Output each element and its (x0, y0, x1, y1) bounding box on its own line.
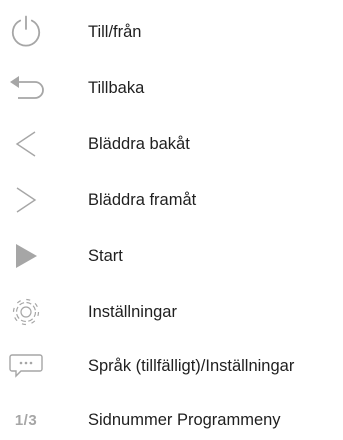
legend-label: Start (88, 247, 123, 265)
page-number-icon: 1/3 (4, 400, 48, 440)
play-icon (4, 236, 48, 276)
page-number-text: 1/3 (14, 411, 38, 429)
icon-legend: Till/från Tillbaka Bläddra bakåt Bläddra… (0, 0, 343, 440)
legend-row-page-number: 1/3 Sidnummer Programmeny (0, 400, 343, 440)
chevron-left-icon (4, 124, 48, 164)
legend-row-language: Språk (tillfälligt)/Inställningar (0, 346, 343, 386)
legend-row-back: Tillbaka (0, 68, 343, 108)
legend-row-start: Start (0, 236, 343, 276)
legend-label: Till/från (88, 23, 142, 41)
legend-row-scroll-back: Bläddra bakåt (0, 124, 343, 164)
power-icon (4, 12, 48, 52)
legend-label: Sidnummer Programmeny (88, 411, 281, 429)
legend-label: Språk (tillfälligt)/Inställningar (88, 357, 295, 375)
chevron-right-icon (4, 180, 48, 220)
legend-row-power: Till/från (0, 12, 343, 52)
legend-label: Inställningar (88, 303, 177, 321)
legend-row-scroll-forward: Bläddra framåt (0, 180, 343, 220)
legend-label: Bläddra framåt (88, 191, 197, 209)
back-icon (4, 68, 48, 108)
legend-label: Bläddra bakåt (88, 135, 190, 153)
speech-bubble-icon (4, 346, 48, 386)
legend-label: Tillbaka (88, 79, 145, 97)
gear-icon (4, 292, 48, 332)
legend-row-settings: Inställningar (0, 292, 343, 332)
